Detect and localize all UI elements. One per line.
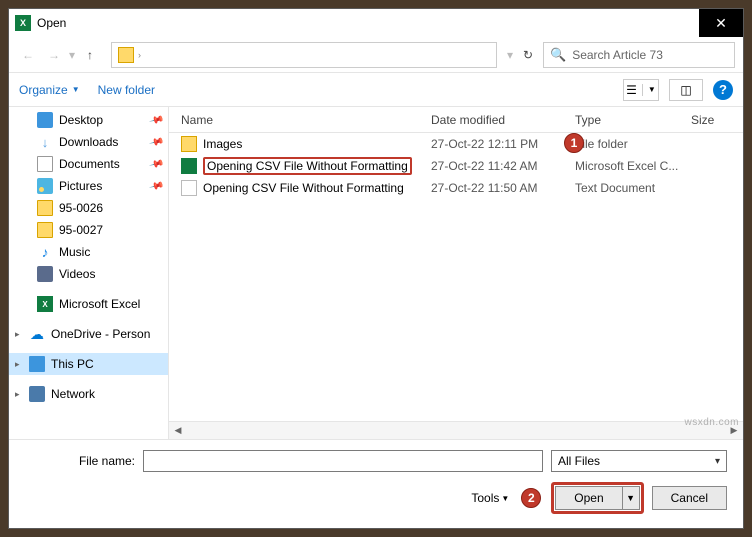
watermark: wsxdn.com xyxy=(684,417,739,428)
dialog-footer: File name: All Files Tools▼ 2 Open ▼ Can… xyxy=(9,439,743,528)
title-bar: X Open ✕ xyxy=(9,9,743,37)
sidebar-item-pictures[interactable]: Pictures📌 xyxy=(9,175,168,197)
header-name[interactable]: Name xyxy=(181,113,431,127)
chevron-right-icon: ▸ xyxy=(15,359,20,370)
address-bar[interactable]: › xyxy=(111,42,497,68)
sidebar-item-videos[interactable]: Videos xyxy=(9,263,168,285)
close-button[interactable]: ✕ xyxy=(699,9,743,37)
folder-icon xyxy=(181,136,197,152)
file-filter-dropdown[interactable]: All Files xyxy=(551,450,727,472)
refresh-button[interactable]: ↻ xyxy=(517,44,539,66)
file-row[interactable]: Opening CSV File Without Formatting 27-O… xyxy=(169,155,743,177)
cancel-button[interactable]: Cancel xyxy=(652,486,727,510)
history-dropdown-icon[interactable]: ▾ xyxy=(69,48,75,62)
search-input[interactable]: 🔍 Search Article 73 xyxy=(543,42,735,68)
column-headers: Name Date modified Type Size xyxy=(169,107,743,133)
pin-icon: 📌 xyxy=(148,156,164,172)
chevron-right-icon: ▸ xyxy=(15,389,20,400)
pin-icon: 📌 xyxy=(148,178,164,194)
nav-bar: ← → ▾ ↑ › ▾ ↻ 🔍 Search Article 73 xyxy=(9,37,743,73)
file-row[interactable]: Opening CSV File Without Formatting 27-O… xyxy=(169,177,743,199)
forward-button[interactable]: → xyxy=(43,44,65,66)
annotation-badge-1: 1 xyxy=(564,133,584,153)
up-button[interactable]: ↑ xyxy=(79,44,101,66)
file-row[interactable]: Images 27-Oct-22 12:11 PM File folder xyxy=(169,133,743,155)
help-button[interactable]: ? xyxy=(713,80,733,100)
videos-icon xyxy=(37,266,53,282)
search-icon: 🔍 xyxy=(550,47,566,63)
view-options-button[interactable]: ☰ ▼ xyxy=(623,79,659,101)
chevron-down-icon: ▼ xyxy=(648,85,656,94)
network-icon xyxy=(29,386,45,402)
header-type[interactable]: Type xyxy=(575,113,691,127)
sidebar-item-music[interactable]: Music xyxy=(9,241,168,263)
address-dropdown-icon[interactable]: ▾ xyxy=(507,48,513,62)
scroll-left-icon[interactable]: ◀ xyxy=(169,423,187,439)
chevron-right-icon: ▸ xyxy=(15,329,20,340)
folder-icon xyxy=(37,222,53,238)
sidebar-item-folder-1[interactable]: 95-0026 xyxy=(9,197,168,219)
sidebar-item-downloads[interactable]: Downloads📌 xyxy=(9,131,168,153)
sidebar-item-network[interactable]: ▸Network xyxy=(9,383,168,405)
back-button[interactable]: ← xyxy=(17,44,39,66)
text-file-icon xyxy=(181,180,197,196)
sidebar-item-documents[interactable]: Documents📌 xyxy=(9,153,168,175)
documents-icon xyxy=(37,156,53,172)
organize-button[interactable]: Organize ▼ xyxy=(19,83,80,97)
excel-icon: X xyxy=(15,15,31,31)
dialog-body: Desktop📌 Downloads📌 Documents📌 Pictures📌… xyxy=(9,107,743,439)
open-dialog: X Open ✕ ← → ▾ ↑ › ▾ ↻ 🔍 Search Article … xyxy=(8,8,744,529)
header-date[interactable]: Date modified xyxy=(431,113,575,127)
preview-pane-button[interactable]: ◫ xyxy=(669,79,703,101)
chevron-down-icon: ▼ xyxy=(501,494,509,503)
folder-icon xyxy=(37,200,53,216)
sidebar-item-this-pc[interactable]: ▸This PC xyxy=(9,353,168,375)
excel-icon xyxy=(37,296,53,312)
toolbar: Organize ▼ New folder ☰ ▼ ◫ ? xyxy=(9,73,743,107)
folder-icon xyxy=(118,47,134,63)
tools-button[interactable]: Tools▼ xyxy=(471,491,509,505)
music-icon xyxy=(37,244,53,260)
annotation-badge-2: 2 xyxy=(521,488,541,508)
list-view-icon: ☰ xyxy=(626,83,637,97)
chevron-down-icon: ▼ xyxy=(72,85,80,94)
chevron-down-icon[interactable]: ▼ xyxy=(623,487,639,509)
sidebar-item-excel[interactable]: Microsoft Excel xyxy=(9,293,168,315)
sidebar-item-desktop[interactable]: Desktop📌 xyxy=(9,109,168,131)
filename-input[interactable] xyxy=(143,450,543,472)
nav-sidebar: Desktop📌 Downloads📌 Documents📌 Pictures📌… xyxy=(9,107,169,439)
new-folder-button[interactable]: New folder xyxy=(98,83,155,97)
search-placeholder: Search Article 73 xyxy=(572,48,663,62)
breadcrumb-chevron-icon: › xyxy=(138,50,141,60)
desktop-icon xyxy=(37,112,53,128)
open-button[interactable]: Open ▼ xyxy=(555,486,639,510)
header-size[interactable]: Size xyxy=(691,113,741,127)
pc-icon xyxy=(29,356,45,372)
preview-icon: ◫ xyxy=(680,83,691,97)
annotation-highlight: Open ▼ xyxy=(551,482,643,514)
horizontal-scrollbar[interactable]: ◀ ▶ xyxy=(169,421,743,439)
pin-icon: 📌 xyxy=(148,112,164,128)
excel-file-icon xyxy=(181,158,197,174)
dialog-title: Open xyxy=(37,16,699,30)
onedrive-icon xyxy=(29,326,45,342)
downloads-icon xyxy=(37,134,53,150)
pictures-icon xyxy=(37,178,53,194)
sidebar-item-folder-2[interactable]: 95-0027 xyxy=(9,219,168,241)
filename-label: File name: xyxy=(25,454,135,468)
pin-icon: 📌 xyxy=(148,134,164,150)
sidebar-item-onedrive[interactable]: ▸OneDrive - Person xyxy=(9,323,168,345)
file-list: Name Date modified Type Size 1 Images 27… xyxy=(169,107,743,439)
